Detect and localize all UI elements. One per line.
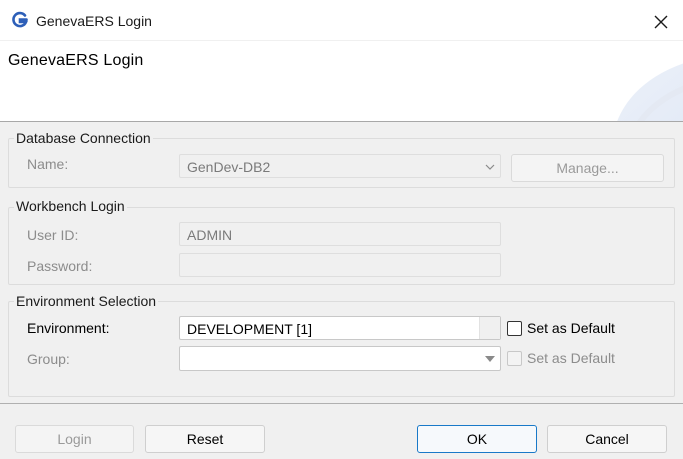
environment-selection-label: Environment Selection [14, 293, 159, 309]
userid-value: ADMIN [187, 227, 233, 243]
cancel-button[interactable]: Cancel [547, 425, 667, 453]
window-title: GenevaERS Login [36, 13, 152, 29]
group-label: Group: [27, 351, 70, 367]
environment-set-default-label: Set as Default [527, 320, 615, 336]
manage-button[interactable]: Manage... [511, 154, 664, 182]
dialog-header: GenevaERS Login [0, 41, 683, 121]
database-connection-label: Database Connection [14, 130, 153, 146]
environment-dropdown[interactable]: DEVELOPMENT [1] [179, 316, 501, 340]
header-decoration [617, 63, 683, 121]
group-dropdown[interactable] [179, 346, 501, 371]
name-dropdown[interactable]: GenDev-DB2 [179, 154, 501, 178]
triangle-down-icon [485, 356, 495, 362]
login-button[interactable]: Login [15, 425, 134, 453]
environment-dropdown-button[interactable] [479, 317, 500, 339]
title-bar: GenevaERS Login [0, 0, 683, 41]
close-icon [654, 15, 668, 29]
password-label: Password: [27, 258, 93, 274]
ok-button[interactable]: OK [417, 425, 537, 453]
environment-value: DEVELOPMENT [1] [187, 321, 313, 337]
userid-field[interactable]: ADMIN [179, 222, 501, 246]
userid-label: User ID: [27, 227, 79, 243]
environment-set-default-checkbox[interactable] [507, 321, 522, 336]
group-set-default-label: Set as Default [527, 350, 615, 366]
group-set-default-checkbox[interactable] [507, 351, 522, 366]
reset-button[interactable]: Reset [145, 425, 265, 453]
chevron-down-icon [485, 164, 495, 170]
close-button[interactable] [648, 9, 674, 35]
name-value: GenDev-DB2 [187, 159, 271, 175]
password-field[interactable] [179, 253, 501, 277]
workbench-login-label: Workbench Login [14, 198, 127, 214]
dialog-heading: GenevaERS Login [8, 52, 144, 69]
genevaers-logo-icon [12, 11, 28, 28]
name-label: Name: [27, 156, 69, 172]
environment-label: Environment: [27, 320, 110, 336]
